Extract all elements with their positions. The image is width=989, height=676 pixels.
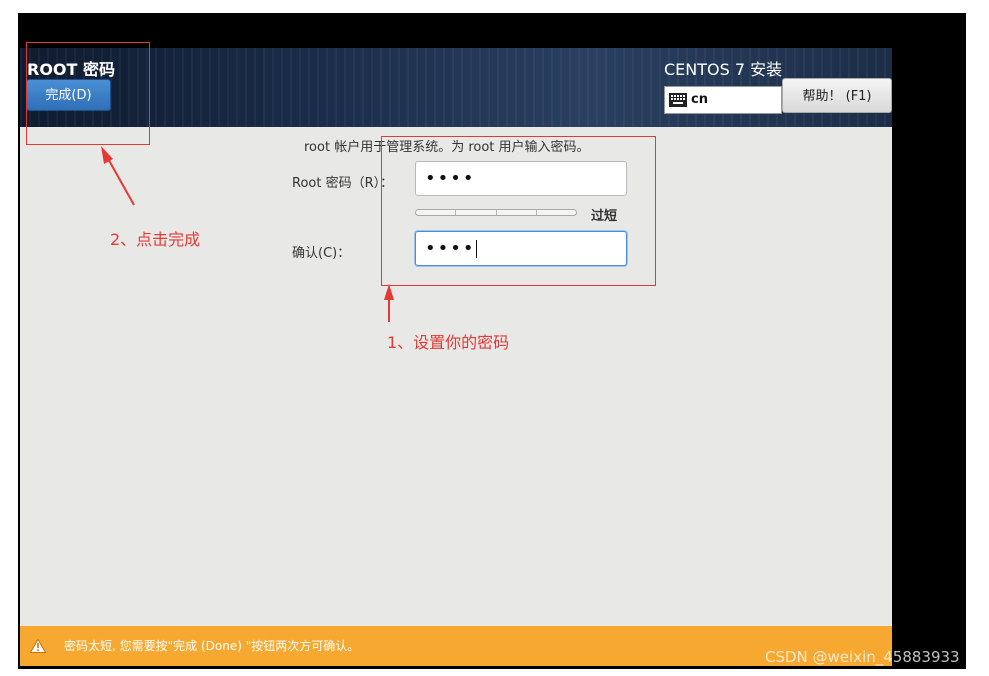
confirm-password-label: 确认(C)： <box>292 246 351 261</box>
annotation-box-password <box>381 136 656 286</box>
warning-icon <box>30 639 46 653</box>
keyboard-layout-indicator[interactable]: cn <box>664 86 782 114</box>
install-title: CENTOS 7 安装 <box>664 60 783 79</box>
keyboard-layout-text: cn <box>691 92 708 107</box>
help-button[interactable]: 帮助！ (F1) <box>782 78 892 113</box>
root-password-label: Root 密码（R）： <box>292 176 394 191</box>
keyboard-icon <box>669 93 687 107</box>
annotation-box-done <box>26 42 150 145</box>
screenshot-border-top <box>18 13 966 48</box>
warning-text: 密码太短, 您需要按"完成 (Done) "按钮两次方可确认。 <box>64 639 360 653</box>
screenshot-border-bottom <box>18 666 966 669</box>
annotation-step2: 2、点击完成 <box>110 230 201 249</box>
installer-header: ROOT 密码 完成(D) CENTOS 7 安装 cn 帮助！ (F1) <box>20 48 892 127</box>
screenshot-border-right <box>892 13 966 669</box>
warning-bar: 密码太短, 您需要按"完成 (Done) "按钮两次方可确认。 <box>20 626 892 666</box>
watermark: CSDN @weixin_45883933 <box>765 648 960 666</box>
annotation-step1: 1、设置你的密码 <box>387 333 510 352</box>
